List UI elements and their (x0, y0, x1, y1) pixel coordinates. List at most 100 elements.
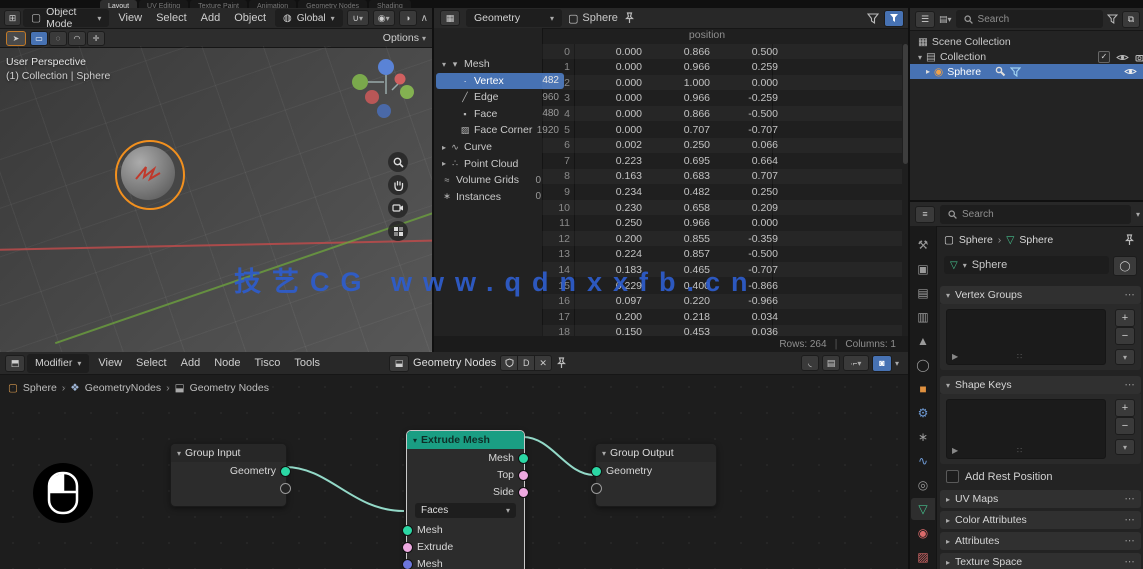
new-collection-button[interactable]: ⧉ (1122, 10, 1140, 28)
physics-tab[interactable]: ∿ (911, 450, 935, 472)
scene-collection-row[interactable]: ▦ Scene Collection (910, 35, 1143, 49)
add-vertex-group-button[interactable]: + (1115, 309, 1135, 327)
3d-viewport[interactable]: ⊞ ▢ Object Mode ▾ View Select Add Object ◍ G… (0, 8, 432, 352)
extrude-input-socket[interactable] (402, 542, 413, 553)
menu-node[interactable]: Node (207, 355, 247, 371)
collapse-icon[interactable]: ▾ (1136, 210, 1140, 219)
panel-menu-icon[interactable]: ⋯ (1125, 379, 1136, 391)
extrude-mesh-node[interactable]: ▾ Extrude Mesh Mesh Top Side Faces ▾ Mesh Ext… (402, 430, 529, 569)
viewport-canvas[interactable]: User Perspective (1) Collection | Sphere (0, 46, 432, 352)
node-tree-name[interactable]: Geometry Nodes (413, 357, 496, 369)
add-rest-position-checkbox[interactable] (946, 470, 959, 483)
view-layer-tab[interactable]: ▥ (911, 306, 935, 328)
workspace-tab-layout[interactable]: Layout (100, 0, 138, 8)
select-lasso-tool-button[interactable]: ◠ (68, 30, 86, 46)
pin-icon[interactable] (624, 12, 635, 24)
remove-shape-key-button[interactable]: − (1115, 417, 1135, 435)
overlays-icon[interactable]: ∧ (421, 13, 428, 24)
pin-icon[interactable] (556, 357, 567, 369)
mode-dropdown[interactable]: Faces ▾ (415, 503, 516, 518)
menu-object[interactable]: Object (227, 10, 273, 26)
color-attributes-panel-header[interactable]: ▸ Color Attributes ⋯ (940, 511, 1141, 529)
active-tool-button[interactable]: ➤ (6, 30, 26, 46)
fake-user-shield-icon[interactable] (501, 356, 517, 370)
object-tab[interactable]: ■ (911, 378, 935, 400)
filter-toggle-button[interactable] (884, 9, 904, 27)
particles-tab[interactable]: ∗ (911, 426, 935, 448)
disable-render-camera-icon[interactable] (1135, 53, 1143, 62)
panel-menu-icon[interactable]: ⋯ (1125, 535, 1136, 547)
data-source-volume-grids[interactable]: ≈ Volume Grids 0 (436, 172, 546, 188)
mode-dropdown[interactable]: ▢ Object Mode ▾ (23, 8, 110, 30)
workspace-tab-uv-editing[interactable]: UV Editing (139, 0, 189, 8)
geometry-dropdown[interactable]: Geometry ▾ (466, 9, 562, 27)
vertex-group-specials-button[interactable]: ▾ (1115, 349, 1135, 365)
mesh-input-socket[interactable] (402, 559, 413, 569)
backdrop-button[interactable]: ▤ (821, 355, 840, 371)
collection-row[interactable]: ▾ ▤ Collection ✓ (910, 50, 1143, 64)
menu-select[interactable]: Select (149, 10, 194, 26)
zoom-icon[interactable] (388, 152, 408, 172)
menu-add[interactable]: Add (174, 355, 208, 371)
node-canvas[interactable]: ▢ Sphere › ❖ GeometryNodes › ⬓ Geometry … (0, 374, 908, 569)
exclude-checkbox[interactable]: ✓ (1098, 51, 1110, 63)
geometry-output-socket[interactable] (280, 466, 291, 477)
proportional-editing-button[interactable]: ◉ ▾ (372, 10, 395, 26)
pan-hand-icon[interactable] (388, 175, 408, 195)
shape-key-specials-button[interactable]: ▾ (1115, 439, 1135, 455)
editor-type-button[interactable]: ≡ (915, 205, 935, 223)
menu-view[interactable]: View (91, 355, 129, 371)
data-source-mesh[interactable]: ▾ ▾ Mesh (436, 56, 546, 72)
panel-menu-icon[interactable]: ⋯ (1125, 514, 1136, 526)
object-data-tab[interactable]: ▽ (911, 498, 935, 520)
render-tab[interactable]: ▣ (911, 258, 935, 280)
camera-view-icon[interactable] (388, 198, 408, 218)
menu-add[interactable]: Add (194, 10, 228, 26)
select-box-tool-button[interactable]: ▭ (30, 30, 48, 46)
panel-menu-icon[interactable]: ⋯ (1125, 493, 1136, 505)
texture-tab[interactable]: ▨ (911, 546, 935, 568)
unlink-button[interactable]: ✕ (534, 356, 551, 370)
uv-maps-panel-header[interactable]: ▸ UV Maps ⋯ (940, 490, 1141, 508)
menu-tools[interactable]: Tools (287, 355, 327, 371)
display-mode-icon[interactable]: ▤▾ (939, 14, 952, 25)
material-tab[interactable]: ◉ (911, 522, 935, 544)
remove-vertex-group-button[interactable]: − (1115, 327, 1135, 345)
extension-socket[interactable] (591, 483, 602, 494)
side-output-socket[interactable] (518, 487, 529, 498)
panel-menu-icon[interactable]: ⋯ (1125, 556, 1136, 568)
menu-select[interactable]: Select (129, 355, 174, 371)
workspace-tab-shading[interactable]: Shading (369, 0, 411, 8)
link-cut-button[interactable]: ◟ (800, 355, 819, 371)
properties-search-input[interactable]: Search (940, 204, 1131, 224)
menu-view[interactable]: View (111, 10, 149, 26)
geometry-input-socket[interactable] (591, 466, 602, 477)
editor-type-button[interactable]: ⊞ (4, 10, 22, 26)
workspace-tab-animation[interactable]: Animation (248, 0, 297, 8)
node-tree-type-dropdown[interactable]: Modifier ▾ (27, 353, 90, 373)
editor-type-button[interactable]: ☰ (915, 10, 935, 28)
data-source-curve[interactable]: ▸ ∿ Curve (436, 139, 546, 155)
texture-space-panel-header[interactable]: ▸ Texture Space ⋯ (940, 553, 1141, 569)
workspace-tab-texture-paint[interactable]: Texture Paint (190, 0, 247, 8)
editor-type-button[interactable]: ▦ (440, 10, 460, 26)
data-source-point-cloud[interactable]: ▸ ∴ Point Cloud (436, 156, 546, 172)
snapping-button[interactable]: ∙⌐ ▾ (842, 355, 869, 371)
add-rest-position-row[interactable]: Add Rest Position (946, 470, 1052, 483)
group-input-node[interactable]: ▾ Group Input Geometry (170, 443, 291, 507)
cursor-tool-button[interactable]: ✛ (87, 30, 105, 46)
overlays-toggle-button[interactable]: ◙ (871, 354, 892, 372)
panel-menu-icon[interactable]: ⋯ (1125, 289, 1136, 301)
mesh-input-socket[interactable] (402, 525, 413, 536)
vertex-groups-panel-header[interactable]: ▾ Vertex Groups ⋯ (940, 286, 1141, 304)
shape-keys-panel-header[interactable]: ▾ Shape Keys ⋯ (940, 376, 1141, 394)
navigation-gizmo[interactable] (350, 54, 420, 126)
options-dropdown[interactable]: Options ▾ (383, 32, 426, 44)
mesh-output-socket[interactable] (518, 453, 529, 464)
add-shape-key-button[interactable]: + (1115, 399, 1135, 417)
position-column-header[interactable]: position (642, 29, 772, 41)
hide-eye-icon[interactable] (1116, 53, 1129, 62)
pin-icon[interactable] (1124, 234, 1135, 246)
orthographic-toggle-icon[interactable] (388, 221, 408, 241)
search-input[interactable]: Search (955, 10, 1103, 28)
